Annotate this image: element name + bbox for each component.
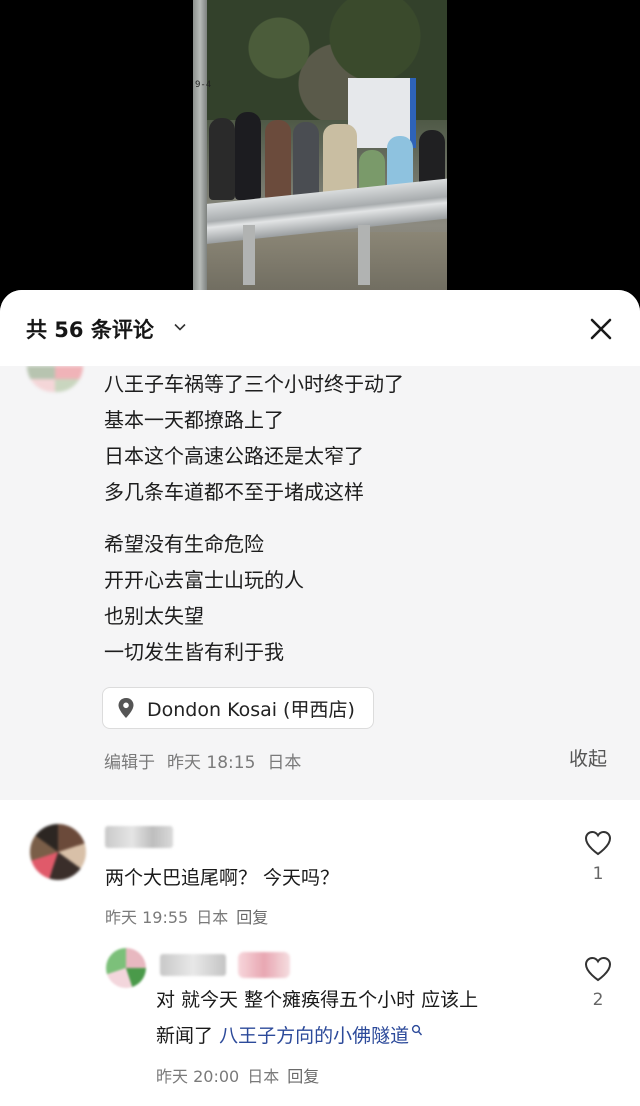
like-button[interactable]: 1 bbox=[583, 830, 613, 884]
username[interactable] bbox=[105, 826, 173, 848]
comment-meta: 昨天 19:55 日本 回复 bbox=[105, 904, 276, 928]
close-icon[interactable] bbox=[586, 314, 616, 344]
comment-count-title[interactable]: 共 56 条评论 bbox=[26, 314, 154, 344]
pole bbox=[193, 0, 207, 300]
video-frame: 9-4 bbox=[193, 0, 447, 300]
search-link[interactable]: 八王子方向的小佛隧道 bbox=[219, 1024, 423, 1047]
comment-text: 两个大巴追尾啊？ 今天吗？ bbox=[105, 867, 340, 889]
avatar[interactable] bbox=[106, 948, 146, 988]
reply-button[interactable]: 回复 bbox=[236, 908, 268, 927]
comment-region: 日本 bbox=[196, 908, 229, 927]
post-line: 基本一天都撩路上了 bbox=[104, 408, 284, 432]
comment-meta: 昨天 20:00 日本 回复 bbox=[156, 1063, 327, 1087]
post-line: 希望没有生命危险 bbox=[104, 532, 264, 556]
post-content: 八王子车祸等了三个小时终于动了 基本一天都撩路上了 日本这个高速公路还是太窄了 … bbox=[0, 366, 640, 800]
comments-sheet: 共 56 条评论 八王子车祸等了三个小时终于动了 基本一天都撩路上了 日本这个高… bbox=[0, 290, 640, 1106]
avatar[interactable] bbox=[30, 824, 86, 880]
reply-button[interactable]: 回复 bbox=[287, 1067, 319, 1086]
collapse-button[interactable]: 收起 bbox=[569, 744, 607, 771]
post-text: 八王子车祸等了三个小时终于动了 基本一天都撩路上了 日本这个高速公路还是太窄了 … bbox=[104, 366, 404, 670]
reply-item: 对 就今天 整个瘫痪得五个小时 应该上 新闻了 八王子方向的小佛隧道 昨天 20… bbox=[0, 940, 640, 1090]
post-line: 也别太失望 bbox=[104, 604, 204, 628]
post-line: 开开心去富士山玩的人 bbox=[104, 568, 304, 592]
username[interactable] bbox=[160, 954, 226, 976]
post-line: 多几条车道都不至于堵成这样 bbox=[104, 480, 364, 504]
post-line: 八王子车祸等了三个小时终于动了 bbox=[104, 372, 404, 396]
chevron-down-icon[interactable] bbox=[174, 321, 186, 333]
like-count: 1 bbox=[592, 864, 604, 884]
search-link-label: 八王子方向的小佛隧道 bbox=[219, 1025, 410, 1047]
sheet-header: 共 56 条评论 bbox=[0, 290, 640, 366]
user-badge bbox=[238, 952, 290, 978]
comment-region: 日本 bbox=[247, 1067, 280, 1086]
location-pin-icon bbox=[118, 698, 134, 718]
post-meta: 编辑于 昨天 18:15 日本 bbox=[104, 748, 313, 773]
location-label: Dondon Kosai (甲西店) bbox=[147, 698, 355, 721]
post-line: 一切发生皆有利于我 bbox=[104, 640, 284, 664]
heart-icon bbox=[584, 956, 612, 982]
search-icon bbox=[411, 1024, 423, 1036]
location-tag[interactable]: Dondon Kosai (甲西店) bbox=[102, 687, 374, 729]
comment-text: 对 就今天 整个瘫痪得五个小时 应该上 bbox=[156, 989, 479, 1011]
comment-text: 新闻了 bbox=[156, 1025, 214, 1047]
like-button[interactable]: 2 bbox=[583, 956, 613, 1010]
edited-label: 编辑于 bbox=[104, 753, 155, 773]
comment-text-line2: 新闻了 八王子方向的小佛隧道 bbox=[156, 1018, 423, 1054]
avatar[interactable] bbox=[27, 366, 83, 392]
edited-region: 日本 bbox=[267, 753, 302, 773]
post-line: 日本这个高速公路还是太窄了 bbox=[104, 444, 364, 468]
like-count: 2 bbox=[592, 990, 604, 1010]
comment-time: 昨天 20:00 bbox=[156, 1067, 240, 1086]
pole-tag: 9-4 bbox=[195, 80, 212, 90]
guardrail-post bbox=[358, 225, 370, 285]
comment-item: 两个大巴追尾啊？ 今天吗？ 昨天 19:55 日本 回复 1 bbox=[0, 820, 640, 940]
heart-icon bbox=[584, 830, 612, 856]
guardrail-post bbox=[243, 225, 255, 285]
edited-time: 昨天 18:15 bbox=[167, 753, 256, 773]
comment-time: 昨天 19:55 bbox=[105, 908, 189, 927]
video-area[interactable]: 9-4 bbox=[0, 0, 640, 300]
